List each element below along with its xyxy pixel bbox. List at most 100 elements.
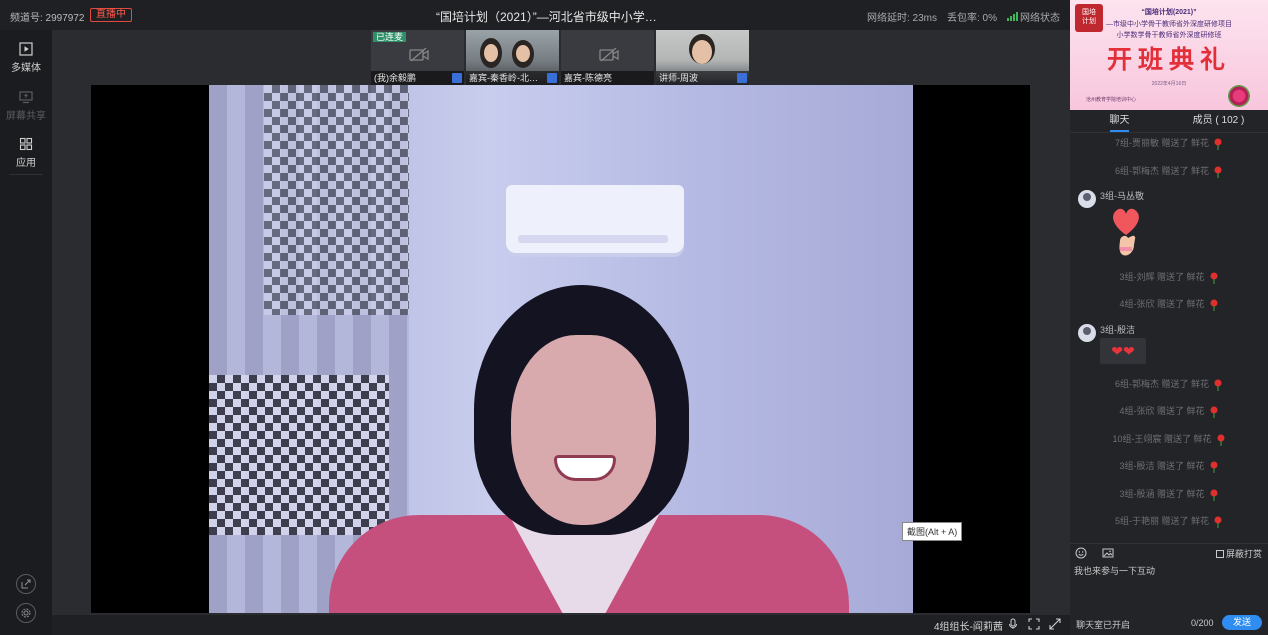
video-person-smile <box>554 455 616 481</box>
gift-sender: 4组-张欣 <box>1119 406 1155 416</box>
message-sender: 3组-殷洁 <box>1100 325 1136 335</box>
gift-notice: 3组-殷洁 赠送了 鲜花 <box>1070 459 1268 473</box>
chat-room-status: 聊天室已开启 <box>1076 620 1131 630</box>
block-gifts-label: 屏蔽打赏 <box>1225 549 1262 559</box>
live-classroom-app: 频道号: 2997972 直播中 “国培计划（2021）”—河北省市级中小学… … <box>0 0 1268 635</box>
video-bottom-bar <box>52 615 1070 635</box>
collapse-icon[interactable] <box>1049 618 1061 630</box>
tab-members[interactable]: 成员 ( 102 ) <box>1169 112 1268 132</box>
popout-button[interactable] <box>16 574 36 594</box>
apps-button[interactable]: 应用 <box>0 137 52 169</box>
participant-video-face <box>692 40 712 64</box>
gift-sender: 3组-殷涵 <box>1119 489 1155 499</box>
rose-icon <box>1214 516 1222 528</box>
network-stats: 网络延时: 23ms 丢包率: 0% 网络状态 <box>867 9 1060 24</box>
multimedia-button[interactable]: 多媒体 <box>0 42 52 74</box>
gift-text: 赠送了 鲜花 <box>1164 434 1212 444</box>
gift-sender: 6组-郭梅杰 <box>1114 166 1159 176</box>
gift-text: 赠送了 鲜花 <box>1157 489 1205 499</box>
participant-video-face <box>516 45 530 62</box>
avatar <box>1078 190 1096 208</box>
rose-icon <box>1210 272 1218 284</box>
emoji-message: ❤❤ <box>1100 338 1146 364</box>
air-conditioner-vent <box>518 235 668 243</box>
gift-text: 赠送了 鲜花 <box>1161 516 1210 526</box>
avatar <box>1078 324 1096 342</box>
top-bar: 频道号: 2997972 直播中 “国培计划（2021）”—河北省市级中小学… … <box>0 0 1070 30</box>
network-status-button[interactable]: 网络状态 <box>1007 9 1060 24</box>
participant-name: 讲师-周波 <box>656 71 749 85</box>
toolbar-divider <box>9 174 43 175</box>
participant-tile-guest-qin[interactable]: 嘉宾-秦香岭-北… <box>466 30 559 85</box>
chat-input[interactable] <box>1074 566 1262 576</box>
image-icon[interactable] <box>1102 547 1114 559</box>
network-status-label: 网络状态 <box>1020 13 1060 24</box>
rose-icon <box>1210 461 1218 473</box>
heart-hand-sticker-icon <box>1113 208 1139 256</box>
banner-line3: 小学数学骨干教师省外深度研修班 <box>1116 32 1222 39</box>
camera-off-icon <box>409 48 429 62</box>
participant-tile-lecturer[interactable]: 讲师-周波 <box>656 30 749 85</box>
screen-share-icon <box>19 91 33 104</box>
live-status-badge: 直播中 <box>90 8 132 22</box>
rose-icon <box>1210 489 1218 501</box>
main-video[interactable] <box>209 85 913 613</box>
screen-share-label: 屏幕共享 <box>6 111 46 122</box>
gift-notice: 3组-殷涵 赠送了 鲜花 <box>1070 487 1268 501</box>
packet-loss-readout: 丢包率: 0% <box>946 13 997 24</box>
apps-label: 应用 <box>16 158 36 169</box>
gift-text: 赠送了 鲜花 <box>1157 406 1205 416</box>
block-gifts-checkbox[interactable] <box>1215 549 1224 558</box>
gift-text: 赠送了 鲜花 <box>1161 166 1210 176</box>
gift-notice: 10组-王翊宸 赠送了 鲜花 <box>1070 432 1268 446</box>
emoji-icon[interactable] <box>1075 547 1087 559</box>
banner-line2: —市级中小学骨干教师省外深度研修项目 <box>1106 21 1232 28</box>
gift-text: 赠送了 鲜花 <box>1161 379 1210 389</box>
gift-notice: 6组-郭梅杰 赠送了 鲜花 <box>1070 164 1268 178</box>
microphone-icon[interactable] <box>1007 618 1019 630</box>
fullscreen-icon[interactable] <box>1028 618 1040 630</box>
send-button[interactable]: 发送 <box>1222 615 1262 630</box>
gift-notice: 4组-张欣 赠送了 鲜花 <box>1070 404 1268 418</box>
gift-text: 赠送了 鲜花 <box>1157 299 1205 309</box>
apps-grid-icon <box>19 137 33 151</box>
share-status-icon <box>452 73 462 83</box>
screenshot-tooltip: 截图(Alt + A) <box>902 522 963 541</box>
rose-icon <box>1210 406 1218 418</box>
gift-sender: 10组-王翊宸 <box>1112 434 1162 444</box>
camera-off-icon <box>599 48 619 62</box>
composer-toolbar: 屏蔽打赏 <box>1070 544 1268 562</box>
participant-name: 嘉宾-陈德亮 <box>561 71 654 85</box>
settings-button[interactable] <box>16 603 36 623</box>
popout-icon <box>21 579 31 589</box>
video-background-pattern <box>209 375 389 535</box>
participant-video-face <box>484 44 498 62</box>
participant-tile-self[interactable]: 已连麦 (我)余毅鹏 <box>371 30 464 85</box>
panel-tabs: 聊天 成员 ( 102 ) <box>1070 112 1268 132</box>
settings-icon <box>21 608 31 618</box>
block-gifts-toggle[interactable]: 屏蔽打赏 <box>1215 547 1262 560</box>
share-status-icon <box>547 73 557 83</box>
gift-sender: 3组-刘辉 <box>1119 272 1155 282</box>
tab-chat[interactable]: 聊天 <box>1070 112 1169 132</box>
gift-text: 赠送了 鲜花 <box>1157 461 1205 471</box>
participant-tile-guest-chen[interactable]: 嘉宾-陈德亮 <box>561 30 654 85</box>
video-person-face <box>511 335 656 525</box>
participant-name: 嘉宾-秦香岭-北… <box>466 71 559 85</box>
rose-icon <box>1214 166 1222 178</box>
media-play-icon <box>19 42 33 56</box>
gift-notice: 4组-张欣 赠送了 鲜花 <box>1070 297 1268 311</box>
message-sender: 3组-马丛敬 <box>1100 191 1145 201</box>
rose-icon <box>1217 434 1225 446</box>
video-air-conditioner <box>506 185 684 253</box>
event-banner: 国培 计划 “国培计划(2021)” —市级中小学骨干教师省外深度研修项目 小学数… <box>1070 0 1268 110</box>
character-counter: 0/200 <box>1191 618 1214 628</box>
gift-sender: 4组-张欣 <box>1119 299 1155 309</box>
chat-list[interactable]: 7组-贾丽敏 赠送了 鲜花 6组-郭梅杰 赠送了 鲜花 3组-马丛敬 3组-刘辉… <box>1070 133 1268 543</box>
participant-strip: 已连麦 (我)余毅鹏 嘉宾-秦香岭-北… 嘉宾-陈德亮 讲师-周波 <box>371 30 751 85</box>
gift-sender: 5组-于艳丽 <box>1114 516 1159 526</box>
banner-line1: “国培计划(2021)” <box>1141 9 1197 16</box>
gift-notice: 6组-郭梅杰 赠送了 鲜花 <box>1070 377 1268 391</box>
gift-text: 赠送了 鲜花 <box>1157 272 1205 282</box>
screen-share-button[interactable]: 屏幕共享 <box>0 90 52 122</box>
